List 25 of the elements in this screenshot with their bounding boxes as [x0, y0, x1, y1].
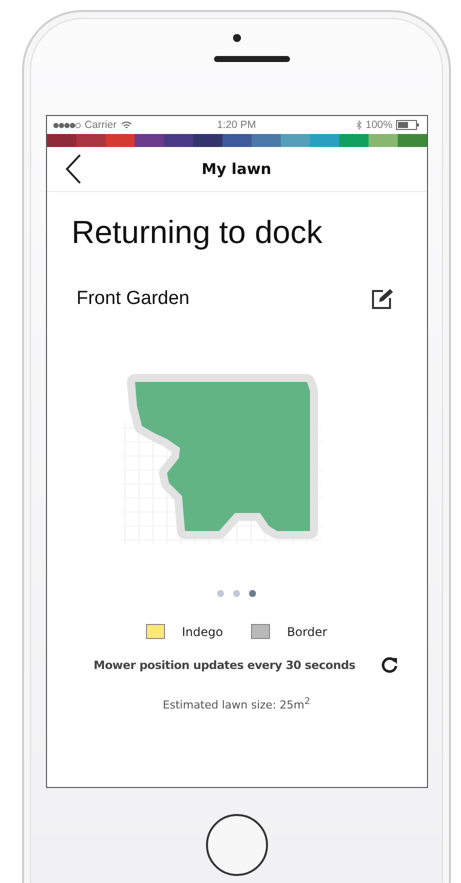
camera-icon — [232, 34, 240, 42]
page-dot[interactable] — [233, 590, 240, 597]
lawn-name: Front Garden — [76, 288, 190, 310]
bluetooth-icon — [356, 120, 362, 130]
back-chevron-icon — [64, 154, 80, 184]
battery-label: 100% — [366, 119, 392, 131]
edit-button[interactable] — [370, 288, 392, 310]
edit-icon — [370, 288, 392, 310]
refresh-button[interactable] — [381, 656, 400, 674]
page-dot[interactable] — [249, 590, 256, 597]
legend-label: Border — [286, 624, 328, 638]
back-button[interactable] — [64, 154, 80, 184]
update-note: Mower position updates every 30 seconds — [94, 658, 356, 672]
carrier-label: Carrier — [84, 119, 117, 131]
mower-status-heading: Returning to dock — [72, 214, 322, 251]
screen-title: My lawn — [202, 160, 272, 178]
lawn-size-text: Estimated lawn size: 25m$^{2}$ — [162, 696, 310, 712]
page-dot[interactable] — [217, 590, 224, 597]
refresh-icon — [381, 656, 400, 674]
speaker-icon — [214, 56, 290, 62]
signal-icon — [52, 122, 80, 128]
wifi-icon — [120, 120, 132, 130]
status-time: 1:20 PM — [216, 119, 256, 131]
legend-label: Indego — [182, 624, 223, 638]
battery-icon — [396, 120, 420, 130]
